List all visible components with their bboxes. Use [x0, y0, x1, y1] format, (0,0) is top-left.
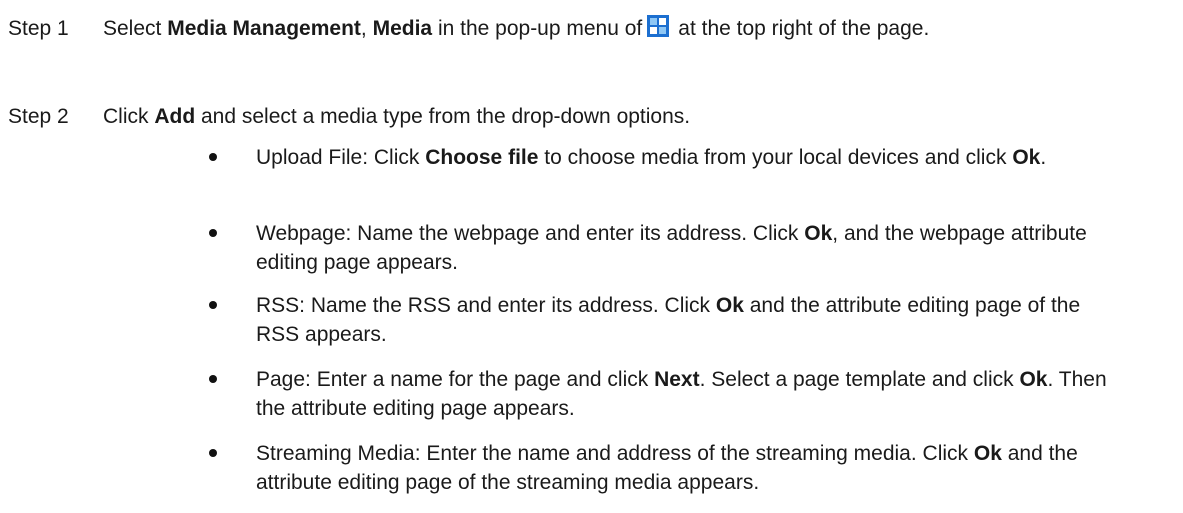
step-1-text-part: Select: [103, 17, 168, 40]
bullet-text: Webpage: Name the webpage and enter its …: [256, 222, 1087, 274]
bullet-dot: [209, 301, 217, 309]
step-1-text: Select Media Management, Media in the po…: [103, 14, 1113, 43]
button-label-choose-file: Choose file: [425, 146, 539, 169]
button-label-add: Add: [154, 105, 196, 128]
step-1-label: Step 1: [8, 17, 69, 40]
button-label-ok: Ok: [1012, 146, 1041, 169]
bullet-text: Upload File: Click Choose file to choose…: [256, 146, 1047, 169]
bullet-dot: [209, 229, 217, 237]
step-1-text-part: at the top right of the page.: [678, 17, 930, 40]
step-2-label: Step 2: [8, 105, 69, 128]
bullet-dot: [209, 449, 217, 457]
step-2-text-part: Click: [103, 105, 155, 128]
menu-label-media: Media: [372, 17, 433, 40]
button-label-ok: Ok: [804, 222, 833, 245]
bullet-text: RSS: Name the RSS and enter its address.…: [256, 294, 1081, 346]
step-2-text: Click Add and select a media type from t…: [103, 102, 1113, 131]
grid-menu-icon: [647, 15, 670, 37]
button-label-next: Next: [654, 368, 700, 391]
button-label-ok: Ok: [1019, 368, 1048, 391]
bullet-dot: [209, 153, 217, 161]
step-1-text-part: in the pop-up menu of: [432, 17, 643, 40]
menu-label-media-management: Media Management: [167, 17, 361, 40]
step-2-text-part: and select a media type from the drop-do…: [195, 105, 691, 128]
button-label-ok: Ok: [973, 442, 1002, 465]
bullet-dot: [209, 375, 217, 383]
step-1-text-part: ,: [360, 17, 373, 40]
bullet-text: Page: Enter a name for the page and clic…: [256, 368, 1107, 420]
bullet-text: Streaming Media: Enter the name and addr…: [256, 442, 1078, 494]
button-label-ok: Ok: [715, 294, 744, 317]
